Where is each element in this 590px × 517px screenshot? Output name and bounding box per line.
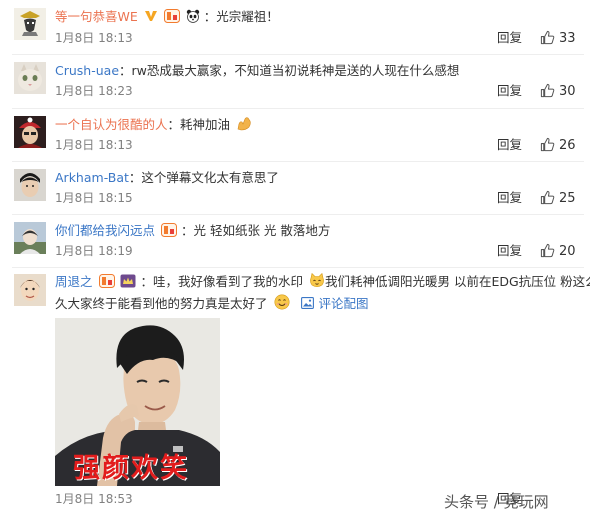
cat-face-emoji-icon: [309, 272, 325, 293]
username[interactable]: 等一句恭喜WE: [55, 9, 138, 24]
username[interactable]: 你们都给我闪远点: [55, 223, 155, 238]
thumbs-up-icon: [540, 243, 555, 258]
comment-item: Arkham-Bat：这个弹幕文化太有意思了 1月8日 18:15 回复 25: [0, 162, 590, 215]
comment-image[interactable]: 强颜欢笑: [55, 318, 220, 486]
member-crown-badge-icon: [120, 274, 136, 293]
comment-pic-label: 评论配图: [318, 296, 369, 311]
username[interactable]: Crush-uae: [55, 63, 119, 78]
timestamp: 1月8日 18:15: [55, 191, 133, 205]
comment-item: 等一句恭喜WE ：光宗耀祖！ 1月8日 18:13 回复 33: [0, 0, 590, 55]
comment-pic-link[interactable]: 评论配图: [301, 296, 368, 311]
like-button[interactable]: 30: [540, 83, 576, 100]
avatar[interactable]: [14, 62, 46, 94]
username[interactable]: 一个自认为很酷的人: [55, 117, 168, 132]
like-count: 33: [559, 31, 576, 46]
flexed-biceps-emoji-icon: [236, 116, 252, 136]
comment-text: 我们耗神低调阳光暖男 以前在EDG抗压位 粉这么: [324, 274, 590, 289]
verified-v-icon: [144, 9, 158, 28]
like-count: 26: [559, 138, 576, 153]
reply-button[interactable]: 回复: [497, 243, 522, 259]
like-count: 25: [559, 191, 576, 206]
reply-button[interactable]: 回复: [497, 190, 522, 206]
timestamp: 1月8日 18:13: [55, 138, 133, 152]
comment-item: 你们都给我闪远点 ：光 轻如纸张 光 散落地方 1月8日 18:19 回复 20: [0, 215, 590, 268]
username[interactable]: 周退之: [55, 274, 93, 289]
thumbs-up-icon: [540, 83, 555, 98]
reply-button[interactable]: 回复: [497, 30, 522, 46]
fan-level-badge-icon: [98, 274, 115, 293]
comment-text: 久大家终于能看到他的努力真是太好了: [55, 296, 268, 311]
like-count: 30: [559, 84, 576, 99]
comment-text: ：耗神加油: [167, 117, 231, 132]
like-button[interactable]: 26: [540, 137, 576, 154]
comment-item: 一个自认为很酷的人：耗神加油 1月8日 18:13 回复 26: [0, 109, 590, 162]
image-icon: [301, 297, 315, 309]
comment-text: ：rw恐成最大赢家，不知道当初说耗神是送的人现在什么感想: [119, 63, 460, 78]
like-button[interactable]: 25: [540, 190, 576, 207]
comment-item: Crush-uae：rw恐成最大赢家，不知道当初说耗神是送的人现在什么感想 1月…: [0, 55, 590, 109]
timestamp: 1月8日 18:23: [55, 84, 133, 98]
comment-text: ：这个弹幕文化太有意思了: [128, 170, 279, 185]
avatar[interactable]: [14, 274, 46, 306]
thumbs-up-icon: [540, 137, 555, 152]
timestamp: 1月8日 18:19: [55, 244, 133, 258]
like-count: 20: [559, 244, 576, 259]
reply-button[interactable]: 回复: [497, 83, 522, 99]
username[interactable]: Arkham-Bat: [55, 170, 129, 185]
like-button[interactable]: 33: [540, 30, 576, 47]
image-caption: 强颜欢笑: [73, 453, 189, 484]
thumbs-up-icon: [540, 190, 555, 205]
smiling-face-emoji-icon: [274, 294, 290, 315]
watermark: 头条号 / 竞玩网: [444, 493, 549, 511]
avatar[interactable]: [14, 116, 46, 148]
fan-level-badge-icon: [163, 9, 180, 28]
timestamp: 1月8日 18:53: [55, 492, 133, 506]
avatar[interactable]: [14, 222, 46, 254]
timestamp: 1月8日 18:13: [55, 31, 133, 45]
comment-text: ：光 轻如纸张 光 散落地方: [180, 223, 331, 238]
thumbs-up-icon: [540, 30, 555, 45]
panda-emoji-icon: [186, 9, 200, 28]
fan-level-badge-icon: [161, 223, 177, 242]
like-button[interactable]: 20: [540, 243, 576, 260]
comment-text: ：哇，我好像看到了我的水印: [140, 274, 303, 289]
reply-button[interactable]: 回复: [497, 137, 522, 153]
avatar[interactable]: [14, 8, 46, 40]
avatar[interactable]: [14, 169, 46, 201]
comment-text: ：光宗耀祖！: [203, 9, 279, 24]
